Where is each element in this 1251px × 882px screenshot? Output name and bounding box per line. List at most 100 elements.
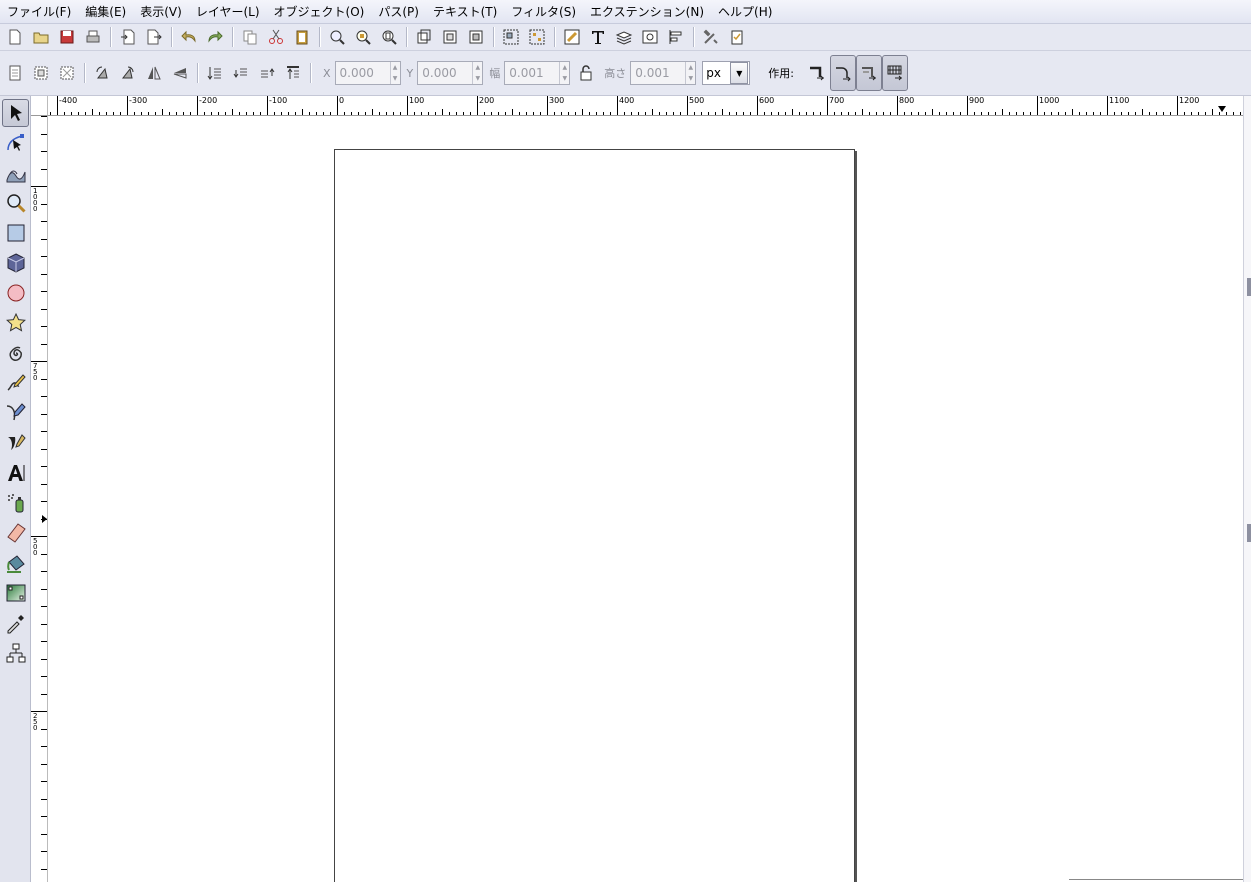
lower-icon[interactable] [228, 61, 254, 85]
select-all-icon[interactable] [2, 61, 28, 85]
flip-horizontal-icon[interactable] [141, 61, 167, 85]
open-icon[interactable] [28, 25, 54, 49]
lower-to-bottom-icon[interactable] [202, 61, 228, 85]
y-label: Y [406, 66, 414, 80]
move-patterns-toggle[interactable] [882, 55, 908, 91]
ruler-minor-tick [344, 112, 345, 115]
menu-text[interactable]: テキスト(T) [426, 3, 504, 20]
connector-tool[interactable] [2, 639, 29, 667]
rotate-ccw-icon[interactable] [89, 61, 115, 85]
ruler-minor-tick [1149, 112, 1150, 115]
duplicate-icon[interactable] [411, 25, 437, 49]
ruler-minor-tick [176, 112, 177, 115]
lock-icon[interactable] [576, 61, 596, 85]
group-icon[interactable] [498, 25, 524, 49]
move-gradients-toggle[interactable] [856, 55, 882, 91]
ruler-minor-tick [41, 501, 47, 502]
document-page[interactable] [334, 149, 855, 882]
deselect-icon[interactable] [54, 61, 80, 85]
menu-object[interactable]: オブジェクト(O) [267, 3, 372, 20]
menu-edit[interactable]: 編集(E) [78, 3, 133, 20]
calligraphy-tool[interactable] [2, 429, 29, 457]
import-icon[interactable] [115, 25, 141, 49]
chevron-down-icon[interactable]: ▼ [730, 62, 749, 84]
spin-arrows-icon[interactable]: ▲ ▼ [472, 62, 482, 84]
vertical-ruler[interactable]: 1000 750 500 250 [31, 116, 48, 882]
menu-path[interactable]: パス(P) [371, 3, 426, 20]
ruler-minor-tick [41, 641, 47, 642]
selector-tool[interactable] [2, 99, 29, 127]
spin-arrows-icon[interactable]: ▲ ▼ [559, 62, 569, 84]
star-tool[interactable] [2, 309, 29, 337]
text-tool[interactable] [2, 459, 29, 487]
spiral-icon [8, 346, 22, 361]
tweak-tool[interactable] [2, 159, 29, 187]
ruler-minor-tick [127, 109, 128, 115]
pen-tool[interactable] [2, 399, 29, 427]
ellipse-tool[interactable] [2, 279, 29, 307]
3dbox-tool[interactable] [2, 249, 29, 277]
gradient-tool[interactable] [2, 579, 29, 607]
flip-vertical-icon[interactable] [167, 61, 193, 85]
rotate-cw-icon[interactable] [115, 61, 141, 85]
dropper-icon [7, 615, 24, 634]
eraser-tool[interactable] [2, 519, 29, 547]
unit-select[interactable]: px ▼ [702, 61, 751, 85]
pencil-tool[interactable] [2, 369, 29, 397]
menu-filters[interactable]: フィルタ(S) [504, 3, 583, 20]
zoom-page-icon[interactable] [376, 25, 402, 49]
zoom-tool[interactable] [2, 189, 29, 217]
menu-extensions[interactable]: エクステンション(N) [583, 3, 711, 20]
layers-icon[interactable] [611, 25, 637, 49]
width-spinbox[interactable]: 0.001 ▲ ▼ [504, 61, 571, 85]
scale-stroke-toggle[interactable] [804, 55, 830, 91]
align-distribute-icon[interactable] [663, 25, 689, 49]
save-icon[interactable] [54, 25, 80, 49]
y-value: 0.000 [422, 66, 457, 80]
menu-layer[interactable]: レイヤー(L) [189, 3, 267, 20]
menu-file[interactable]: ファイル(F) [0, 3, 78, 20]
horizontal-scrollbar[interactable] [1069, 879, 1243, 880]
export-icon[interactable] [141, 25, 167, 49]
x-spinbox[interactable]: 0.000 ▲ ▼ [334, 61, 401, 85]
ruler-minor-tick [113, 112, 114, 115]
drawing-canvas[interactable] [48, 116, 1243, 882]
menu-view[interactable]: 表示(V) [133, 3, 189, 20]
text-font-icon[interactable] [585, 25, 611, 49]
height-spinbox[interactable]: 0.001 ▲ ▼ [630, 61, 697, 85]
paste-icon[interactable] [289, 25, 315, 49]
copy-icon[interactable] [237, 25, 263, 49]
unlink-clone-icon[interactable] [463, 25, 489, 49]
spiral-tool[interactable] [2, 339, 29, 367]
separator [232, 27, 233, 47]
scale-corners-toggle[interactable] [830, 55, 856, 91]
horizontal-ruler[interactable]: -400 -300 -200 -100 0 100 200 300 400 500 600 700 80… [48, 96, 1243, 116]
raise-to-top-icon[interactable] [280, 61, 306, 85]
clone-icon[interactable] [437, 25, 463, 49]
preferences-icon[interactable] [698, 25, 724, 49]
zoom-drawing-icon[interactable] [350, 25, 376, 49]
print-icon[interactable] [80, 25, 106, 49]
dropper-tool[interactable] [2, 609, 29, 637]
select-all-layers-icon[interactable] [28, 61, 54, 85]
document-properties-icon[interactable] [637, 25, 663, 49]
cut-icon[interactable] [263, 25, 289, 49]
paint-bucket-tool[interactable] [2, 549, 29, 577]
ruler-minor-tick [351, 112, 352, 115]
spin-arrows-icon[interactable]: ▲ ▼ [389, 62, 400, 84]
raise-icon[interactable] [254, 61, 280, 85]
new-icon[interactable] [2, 25, 28, 49]
y-spinbox[interactable]: 0.000 ▲ ▼ [417, 61, 484, 85]
menu-help[interactable]: ヘルプ(H) [711, 3, 779, 20]
spray-tool[interactable] [2, 489, 29, 517]
zoom-selection-icon[interactable] [324, 25, 350, 49]
redo-icon[interactable] [202, 25, 228, 49]
vertical-scrollbar[interactable] [1243, 96, 1251, 882]
undo-icon[interactable] [176, 25, 202, 49]
rect-tool[interactable] [2, 219, 29, 247]
spin-arrows-icon[interactable]: ▲ ▼ [685, 62, 695, 84]
node-tool[interactable] [2, 129, 29, 157]
xml-editor-icon[interactable] [559, 25, 585, 49]
document-metadata-icon[interactable] [724, 25, 750, 49]
ungroup-icon[interactable] [524, 25, 550, 49]
